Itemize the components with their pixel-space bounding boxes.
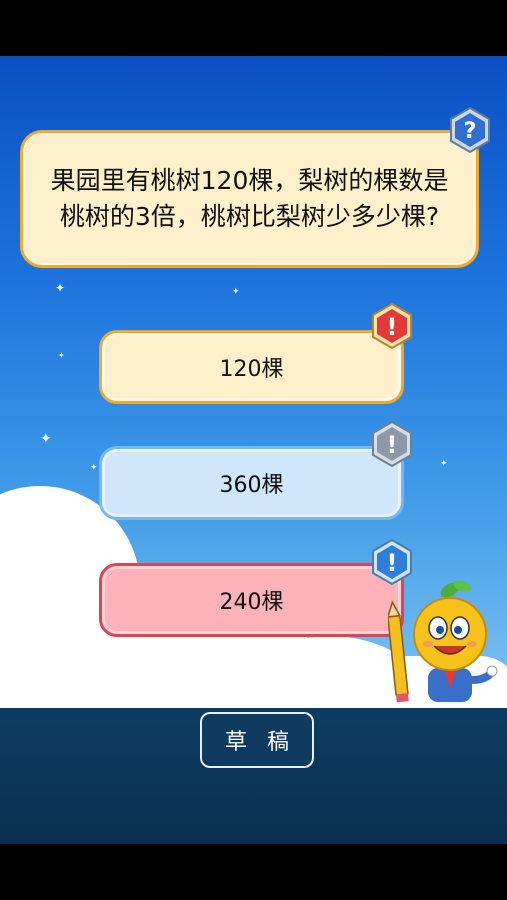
star-decoration: ✦ [58, 351, 65, 360]
star-decoration: ✦ [440, 459, 448, 469]
svg-text:!: ! [387, 431, 398, 459]
question-card: 果园里有桃树120棵，梨树的棵数是桃树的3倍，桃树比梨树少多少棵? [20, 130, 479, 268]
star-decoration: ✦ [90, 463, 98, 473]
svg-text:?: ? [464, 119, 477, 144]
question-text: 果园里有桃树120棵，梨树的棵数是桃树的3倍，桃树比梨树少多少棵? [50, 166, 449, 231]
exclamation-icon: ! [372, 302, 412, 350]
star-decoration: ✦ [232, 287, 240, 297]
answer-label: 240棵 [219, 590, 284, 615]
answer-option-1[interactable]: 120棵 [99, 330, 404, 404]
answer-label: 120棵 [219, 357, 284, 382]
answer-option-2[interactable]: 360棵 [99, 446, 404, 520]
draft-button-label: 草稿 [224, 730, 309, 755]
orange-mascot-image [388, 580, 498, 703]
exclamation-icon: ! [372, 420, 412, 468]
game-screen: ✦ ✦ ✦ ✦ ✦ ✦ 果园里有桃树120棵，梨树的棵数是桃树的3倍，桃树比梨树… [0, 56, 507, 844]
answer-label: 360棵 [219, 473, 284, 498]
question-mark-icon: ? [450, 106, 490, 154]
svg-text:!: ! [387, 313, 398, 341]
draft-button[interactable]: 草稿 [200, 712, 314, 768]
star-decoration: ✦ [40, 431, 52, 447]
svg-text:!: ! [387, 549, 398, 577]
star-decoration: ✦ [55, 281, 66, 295]
answer-option-3[interactable]: 240棵 [99, 563, 404, 637]
